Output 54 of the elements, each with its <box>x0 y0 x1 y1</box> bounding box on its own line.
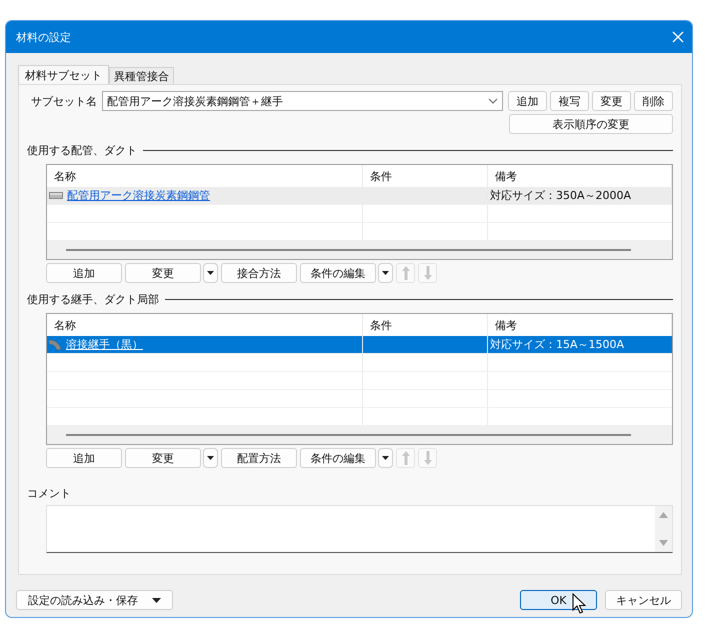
scroll-down-icon[interactable] <box>659 540 668 546</box>
action-button[interactable]: 変更 <box>125 263 201 283</box>
arrow-up-icon <box>402 266 410 280</box>
table-row[interactable]: 溶接継手（黒） 対応サイズ：15A～1500A <box>47 336 672 354</box>
close-icon[interactable] <box>672 31 684 43</box>
arrow-down-icon <box>424 451 432 465</box>
horizontal-scrollbar[interactable] <box>47 241 672 259</box>
dropdown-button[interactable] <box>203 263 218 283</box>
tab[interactable]: 異種管接合 <box>109 67 174 84</box>
arrow-down-icon <box>424 266 432 280</box>
caret-icon <box>152 598 161 602</box>
subset-button[interactable]: 追加 <box>508 91 547 111</box>
chevron-down-icon <box>488 98 498 104</box>
display-order-button[interactable]: 表示順序の変更 <box>509 114 673 134</box>
arrow-up-icon <box>402 451 410 465</box>
window-title: 材料の設定 <box>16 30 71 44</box>
mouse-cursor-icon <box>572 593 586 615</box>
dialog-button[interactable]: OK <box>520 590 597 610</box>
material-link[interactable]: 溶接継手（黒） <box>66 337 143 352</box>
action-button[interactable]: 追加 <box>46 448 122 468</box>
caret-icon <box>382 271 389 275</box>
horizontal-scrollbar[interactable] <box>47 426 672 444</box>
subset-label: サブセット名 <box>31 94 97 108</box>
scroll-up-icon[interactable] <box>659 512 668 518</box>
section-title: 使用する継手、ダクト局部 <box>27 292 159 306</box>
load-save-menu-button[interactable]: 設定の読み込み・保存 <box>16 590 173 610</box>
action-button[interactable]: 条件の編集 <box>300 448 376 468</box>
table-row[interactable]: 配管用アーク溶接炭素鋼鋼管 対応サイズ：350A～2000A <box>47 187 672 205</box>
action-button[interactable]: 追加 <box>46 263 122 283</box>
vertical-scrollbar[interactable] <box>655 506 672 552</box>
subset-button[interactable]: 複写 <box>550 91 589 111</box>
caret-icon <box>207 456 214 460</box>
section-title: 使用する配管、ダクト <box>27 142 137 158</box>
comment-field[interactable] <box>46 505 673 553</box>
pipe-icon <box>49 192 63 199</box>
dropdown-button[interactable] <box>203 448 218 468</box>
subset-button[interactable]: 変更 <box>592 91 631 111</box>
subset-dropdown[interactable]: 配管用アーク溶接炭素鋼鋼管＋継手 <box>102 91 503 111</box>
subset-button[interactable]: 削除 <box>634 91 673 111</box>
action-button[interactable]: 接合方法 <box>221 263 297 283</box>
tab[interactable]: 材料サブセット <box>18 65 109 84</box>
elbow-icon <box>49 339 62 350</box>
comment-label: コメント <box>27 486 72 501</box>
caret-icon <box>382 456 389 460</box>
dialog-button[interactable]: キャンセル <box>605 590 682 610</box>
caret-icon <box>207 271 214 275</box>
action-button[interactable]: 条件の編集 <box>300 263 376 283</box>
dropdown-button[interactable] <box>378 448 393 468</box>
action-button[interactable]: 変更 <box>125 448 201 468</box>
table-cell-text: 対応サイズ：350A～2000A <box>489 188 632 204</box>
table-cell-text: 対応サイズ：15A～1500A <box>489 337 626 353</box>
material-link[interactable]: 配管用アーク溶接炭素鋼鋼管 <box>67 188 210 203</box>
dropdown-button[interactable] <box>378 263 393 283</box>
action-button[interactable]: 配置方法 <box>221 448 297 468</box>
